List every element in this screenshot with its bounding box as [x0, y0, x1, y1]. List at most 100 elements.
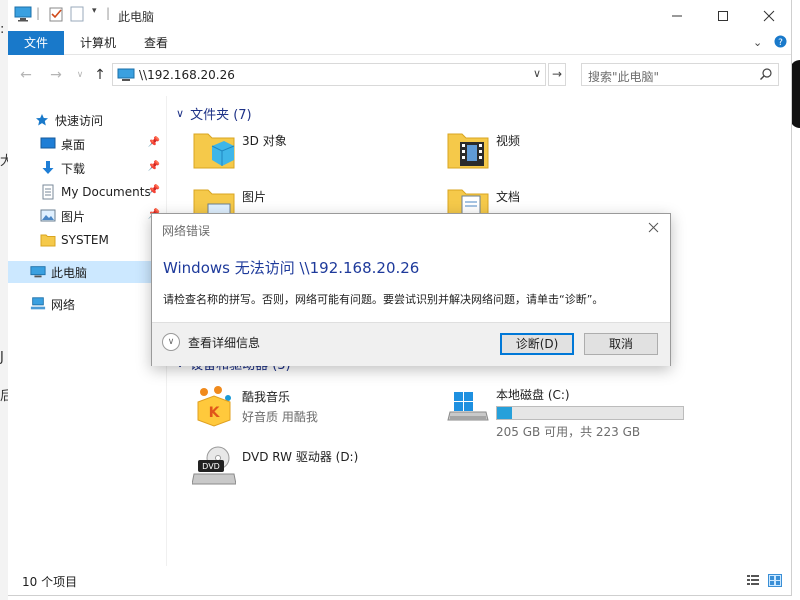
nav-label: 桌面 [61, 137, 86, 152]
qa-separator: | [36, 6, 41, 20]
properties-icon[interactable] [48, 6, 64, 22]
customize-toolbar-chevron-icon[interactable]: ▾ [92, 6, 97, 16]
download-arrow-icon [40, 160, 56, 176]
details-label: 查看详细信息 [188, 335, 261, 350]
svg-text:DVD: DVD [202, 462, 220, 471]
document-icon [40, 184, 56, 200]
group-header-folders[interactable]: ∨ 文件夹 (7) [176, 104, 252, 123]
device-subtitle: 205 GB 可用，共 223 GB [496, 425, 641, 439]
nav-label: 图片 [61, 209, 86, 224]
folder-name: 视频 [496, 134, 521, 148]
up-arrow-icon[interactable]: ↑ [90, 64, 110, 86]
tab-file[interactable]: 文件 [8, 31, 64, 55]
item-count: 10 个项目 [22, 575, 78, 589]
folder-name: 文档 [496, 190, 521, 204]
dialog-close-icon[interactable] [644, 219, 662, 237]
pictures-icon [40, 208, 56, 224]
network-error-dialog: 网络错误 Windows 无法访问 \\192.168.20.26 请检查名称的… [151, 213, 671, 366]
device-name: 酷我音乐 [242, 390, 291, 404]
nav-label: 下载 [61, 161, 86, 176]
nav-label: 网络 [51, 297, 76, 312]
disk-usage-bar [496, 406, 684, 420]
kuwo-music-icon: K [197, 386, 231, 427]
forward-arrow-icon[interactable]: → [46, 64, 66, 86]
back-arrow-icon[interactable]: ← [16, 64, 36, 86]
folder-icon [40, 232, 56, 248]
star-icon [34, 112, 50, 128]
pin-icon[interactable]: 📌 [148, 185, 160, 196]
search-input[interactable]: 搜索"此电脑" [581, 63, 779, 86]
videos-icon [447, 133, 489, 169]
folder-3d-objects[interactable]: 3D 对象 [192, 128, 287, 178]
address-row: ← → ∨ ↑ \\192.168.20.26 ∨ → 搜索"此电脑" [8, 60, 791, 90]
address-path[interactable]: \\192.168.20.26 [139, 68, 235, 82]
device-name: DVD RW 驱动器 (D:) [242, 450, 359, 464]
cancel-button[interactable]: 取消 [584, 333, 658, 355]
go-arrow-icon[interactable]: → [548, 63, 566, 86]
dialog-message: 请检查名称的拼写。否则，网络可能有问题。要尝试识别并解决网络问题，请单击“诊断”… [163, 293, 604, 306]
maximize-button[interactable] [700, 0, 746, 31]
nav-item-system[interactable]: SYSTEM [8, 229, 166, 251]
expand-ribbon-chevron-icon[interactable]: ⌄ [753, 36, 762, 49]
group-title: 文件夹 (7) [190, 108, 252, 123]
address-bar[interactable]: \\192.168.20.26 ∨ [112, 63, 546, 86]
nav-item-my-documents[interactable]: My Documents 📌 [8, 181, 166, 203]
device-subtitle: 好音质 用酷我 [242, 410, 318, 424]
show-details-toggle[interactable]: ∨ 查看详细信息 [162, 333, 260, 351]
close-button[interactable] [746, 0, 792, 31]
svg-text:?: ? [778, 38, 783, 48]
details-view-icon[interactable] [746, 574, 760, 587]
chevron-down-icon: ∨ [162, 333, 180, 351]
hard-drive-windows-icon [447, 392, 489, 421]
nav-item-pictures[interactable]: 图片 📌 [8, 205, 166, 227]
computer-icon [14, 6, 32, 22]
nav-label: 此电脑 [51, 265, 88, 280]
device-name: 本地磁盘 (C:) [496, 388, 570, 402]
nav-item-desktop[interactable]: 桌面 📌 [8, 133, 166, 155]
folder-name: 3D 对象 [242, 134, 287, 148]
chevron-down-icon: ∨ [176, 107, 185, 120]
status-bar: 10 个项目 [8, 570, 791, 592]
pin-icon[interactable]: 📌 [148, 161, 160, 172]
dvd-drive-icon: DVD [192, 446, 236, 485]
device-dvd-rw-d[interactable]: DVD DVD RW 驱动器 (D:) [192, 444, 358, 494]
recent-locations-chevron-icon[interactable]: ∨ [70, 64, 90, 86]
new-folder-icon[interactable] [70, 6, 84, 22]
search-icon[interactable] [759, 67, 773, 84]
background-window-edge: : 大 J 后 [0, 0, 13, 600]
computer-icon [30, 264, 46, 280]
device-kuwo-music[interactable]: K 酷我音乐 好音质 用酷我 [192, 384, 318, 434]
nav-quick-access[interactable]: 快速访问 [8, 109, 166, 131]
3d-objects-icon [193, 133, 235, 169]
network-icon [30, 296, 46, 312]
qa-separator-2: | [106, 6, 111, 20]
folder-name: 图片 [242, 190, 267, 204]
tab-computer[interactable]: 计算机 [64, 31, 132, 55]
minimize-button[interactable] [654, 0, 700, 31]
disk-usage-fill [497, 407, 512, 419]
help-icon[interactable]: ? [774, 35, 787, 51]
computer-icon [117, 68, 135, 85]
large-icons-view-icon[interactable] [768, 574, 782, 587]
nav-label: SYSTEM [61, 233, 109, 247]
nav-this-pc[interactable]: 此电脑 [8, 261, 166, 283]
nav-label: My Documents [61, 185, 151, 199]
dialog-footer: ∨ 查看详细信息 诊断(D) 取消 [152, 322, 670, 366]
dialog-title: 网络错误 [162, 224, 211, 238]
search-placeholder: 搜索"此电脑" [588, 70, 660, 84]
address-dropdown-chevron-icon[interactable]: ∨ [533, 67, 541, 80]
ribbon-tabs: 文件 计算机 查看 ⌄ ? [8, 31, 791, 55]
diagnose-button[interactable]: 诊断(D) [500, 333, 574, 355]
nav-item-downloads[interactable]: 下载 📌 [8, 157, 166, 179]
device-local-disk-c[interactable]: 本地磁盘 (C:) 205 GB 可用，共 223 GB [446, 382, 684, 439]
dialog-heading: Windows 无法访问 \\192.168.20.26 [163, 259, 420, 277]
desktop-icon [40, 136, 56, 152]
nav-network[interactable]: 网络 [8, 293, 166, 315]
folder-videos[interactable]: 视频 [446, 128, 520, 178]
tab-view[interactable]: 查看 [128, 31, 184, 55]
nav-label: 快速访问 [55, 113, 104, 128]
navigation-pane: 快速访问 桌面 📌 下载 📌 My Documents 📌 图片 SYSTEM … [8, 96, 166, 566]
pin-icon[interactable]: 📌 [148, 137, 160, 148]
svg-text:K: K [209, 405, 221, 421]
window-title: 此电脑 [118, 10, 155, 24]
